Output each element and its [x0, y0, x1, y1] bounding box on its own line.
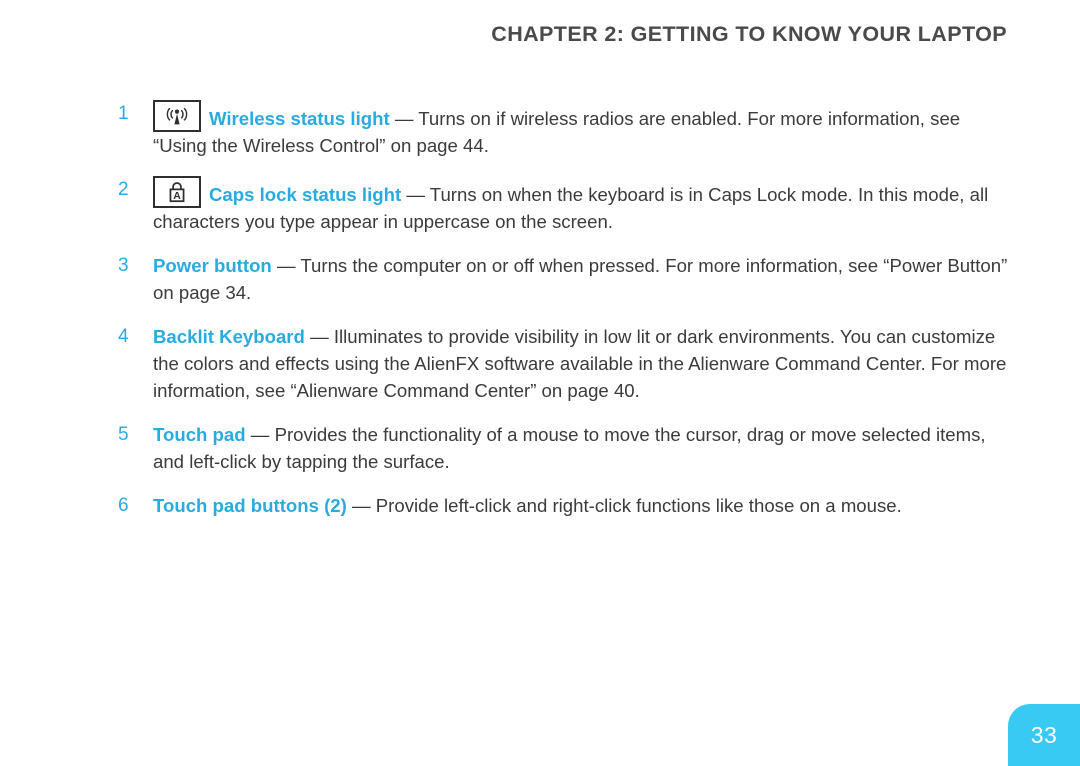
feature-callout-list: 1 Wireless status light — Turns on if wi… — [118, 100, 1008, 533]
list-item: 2 A Caps lock status light — Turns on wh… — [118, 176, 1008, 235]
list-item-label: Wireless status light — [209, 108, 390, 129]
page-title: CHAPTER 2: GETTING TO KNOW YOUR LAPTOP — [491, 22, 1007, 46]
list-item-number: 3 — [118, 255, 129, 276]
list-item: 4 Backlit Keyboard — Illuminates to prov… — [118, 323, 1008, 404]
list-item: 6 Touch pad buttons (2) — Provide left-c… — [118, 492, 1008, 519]
list-item-label: Touch pad buttons (2) — [153, 495, 347, 516]
list-item-body: Power button — Turns the computer on or … — [153, 252, 1008, 306]
list-item-body: A Caps lock status light — Turns on when… — [153, 176, 1008, 235]
list-item-body: Wireless status light — Turns on if wire… — [153, 100, 1008, 159]
list-item-description: Provide left-click and right-click funct… — [375, 495, 902, 516]
list-item-dash: — — [401, 184, 430, 205]
list-item-body: Touch pad — Provides the functionality o… — [153, 421, 1008, 475]
list-item-dash: — — [389, 108, 419, 129]
list-item-dash: — — [271, 255, 301, 276]
list-item-body: Backlit Keyboard — Illuminates to provid… — [153, 323, 1008, 404]
list-item-label: Caps lock status light — [209, 184, 402, 205]
list-item-dash: — — [245, 424, 275, 445]
list-item-number: 2 — [118, 179, 129, 200]
list-item-dash: — — [346, 495, 376, 516]
list-item: 1 Wireless status light — Turns on if wi… — [118, 100, 1008, 159]
page-number-badge: 33 — [1008, 704, 1080, 766]
list-item-dash: — — [304, 326, 334, 347]
svg-text:A: A — [173, 190, 181, 202]
list-item-label: Power button — [153, 255, 272, 276]
list-item-label: Backlit Keyboard — [153, 326, 305, 347]
list-item-number: 4 — [118, 326, 129, 347]
list-item-label: Touch pad — [153, 424, 246, 445]
caps-lock-status-icon: A — [153, 176, 201, 208]
list-item-number: 5 — [118, 424, 129, 445]
list-item-number: 1 — [118, 103, 129, 124]
list-item-description: Provides the functionality of a mouse to… — [153, 424, 986, 472]
document-page: CHAPTER 2: GETTING TO KNOW YOUR LAPTOP 1… — [0, 0, 1080, 766]
list-item-body: Touch pad buttons (2) — Provide left-cli… — [153, 492, 1008, 519]
wireless-status-icon — [153, 100, 201, 132]
list-item: 5 Touch pad — Provides the functionality… — [118, 421, 1008, 475]
list-item-number: 6 — [118, 495, 129, 516]
list-item: 3 Power button — Turns the computer on o… — [118, 252, 1008, 306]
